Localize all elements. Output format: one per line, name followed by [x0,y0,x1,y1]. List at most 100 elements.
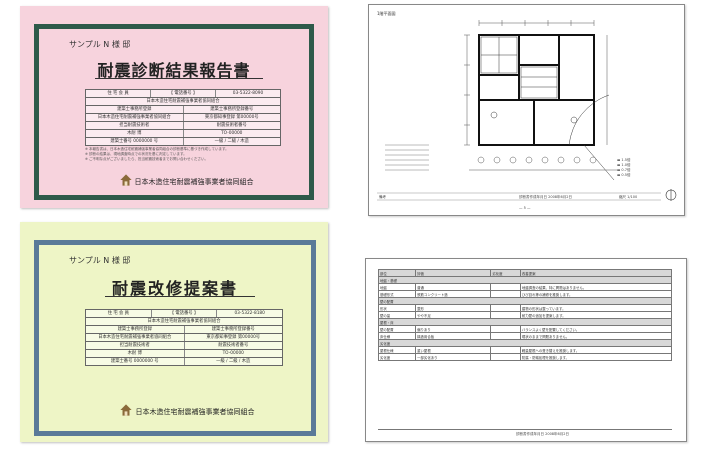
member-info-table: 住 宅 会 員【 電話番号 】 03-5322-8090 日本木造住宅耐震補強事業者… [85,89,281,146]
info-cell: 耐震技術者番号 [216,123,247,128]
table-cell [490,353,521,361]
info-cell: 担当耐震技術者 [86,122,184,129]
info-cell: 建築士事務所登録 [86,326,185,333]
info-cell: 耐震技術者番号 [218,343,249,348]
info-row: 建築士番号 0000000 号 一級 / 二級 / 木造 [85,357,283,366]
table-header-cell: 部位 [377,269,417,277]
info-cell: 建築士番号 0000000 号 [86,138,184,145]
table-cell: 劣化度 [377,353,417,361]
footer-date: 診断書作成年月日 2008年6月2日 [519,195,572,199]
table-cell: 建物の形状は整っています。 [519,304,673,312]
floor-plan-drawing [377,20,677,201]
table-cell: やや不足 [415,311,492,319]
info-cell: 【 電話番号 】 [152,310,218,317]
info-cell: 03-5322-8090 [232,91,264,96]
footer-date: 診断書作成年月日 2008年6月2日 [516,432,569,436]
table-row: 壁の配置 偏りあり バランスよく壁を配置してください。 [377,325,673,333]
info-cell: 建築士事務所登録 [86,106,184,113]
info-cell: 日本木造住宅耐震補強事業者協同組合 [86,114,184,121]
info-row: 建築士番号 0000000 号 一級 / 二級 / 木造 [85,137,281,146]
info-row: 住 宅 会 員【 電話番号 】 03-5322-8180 [85,309,283,317]
table-cell: バランスよく壁を配置してください。 [519,325,673,333]
table-header-cell: 評価 [415,269,492,277]
table-row: 床仕様 構造用合板 現状のままで問題ありません。 [377,332,673,340]
info-cell: 木耐 博 [86,350,185,357]
info-cell: 日本木造住宅耐震補強事業者協同組合 [146,99,220,104]
association-name: 日本木造住宅耐震補強事業者協同組合 [134,178,254,186]
table-row: 形状 整形 建物の形状は整っています。 [377,304,673,312]
table-row: 屋根仕様 重い屋根 軽量屋根への葺き替えを推奨します。 [377,346,673,354]
info-cell: 東京都知事登録 第00000号 [206,335,261,340]
info-cell: 一級 / 二級 / 木造 [216,359,251,364]
diagnosis-report-cover: サンプル N 様 邸 耐震診断結果報告書 住 宅 会 員【 電話番号 】 03-5… [20,6,328,208]
page-number: — 5 — [519,206,531,210]
table-cell [490,304,521,312]
table-cell: 屋根仕様 [377,346,417,354]
note-line: ※ ご不明な点がございましたら、担当耐震技術者までお問い合わせください。 [85,157,209,161]
evaluation-table-page: 部位 評価 劣化度 改善提案 地盤・基礎 地盤 普通 地盤調査の結果、特に問題はありません。基… [365,258,687,442]
wall-strength-legend: ▬ 1.5倍 ▬ 1.0倍 ▬ 0.7倍 ▬ 0.5倍 [617,158,631,178]
table-header-cell: 改善提案 [519,269,673,277]
info-cell: 一級 / 二級 / 木造 [214,139,249,144]
report-notes: ※ 本報告書は、日本木造住宅耐震補強事業者協同組合の診断基準に基づき作成していま… [85,147,229,162]
table-cell [490,311,521,319]
table-cell: 重い屋根 [415,346,492,354]
info-row: 木耐 博 TO-00000 [85,349,283,357]
info-row: 木耐 博 TO-00000 [85,129,281,137]
cover-frame: サンプル N 様 邸 耐震診断結果報告書 住 宅 会 員【 電話番号 】 03-5… [34,24,314,200]
table-cell [490,346,521,354]
info-cell: 木耐 博 [86,130,184,137]
table-row: 劣化度 一部劣化あり 防腐・防蟻処理を推奨します。 [377,353,673,361]
table-cell: 壁の配置 [377,325,417,333]
info-cell: 建築士事務所登録番号 [211,327,255,332]
info-row: 担当耐震技術者 耐震技術者番号 [85,341,283,349]
table-cell [490,332,521,340]
info-cell: TO-00000 [221,131,243,136]
footer-rule [378,429,672,430]
member-info-table: 住 宅 会 員【 電話番号 】 03-5322-8180 日本木造住宅耐震補強事業者… [85,309,283,366]
table-cell [490,325,521,333]
table-cell [490,283,521,291]
association-name: 日本木造住宅耐震補強事業者協同組合 [135,408,255,416]
info-cell: 東京都知事登録 第00000号 [204,115,259,120]
table-cell: 形状 [377,304,417,312]
evaluation-table: 部位 評価 劣化度 改善提案 地盤・基礎 地盤 普通 地盤調査の結果、特に問題はありません。基… [377,269,673,361]
table-section-row: 劣化度 [378,339,672,347]
table-row: 壁の量 やや不足 耐力壁の追加を提案します。 [377,311,673,319]
section-label: 劣化度 [378,339,672,347]
table-cell: 一部劣化あり [415,353,492,361]
info-cell: 建築士事務所登録番号 [210,107,254,112]
retrofit-proposal-cover: サンプル N 様 邸 耐震改修提案書 住 宅 会 員【 電話番号 】 03-532… [20,222,328,442]
table-cell [490,290,521,298]
info-cell: 建築士番号 0000000 号 [86,358,185,365]
table-cell: 地盤 [377,283,417,291]
info-cell: TO-00000 [222,351,244,356]
table-section-row: 屋根・床 [378,318,672,326]
info-cell: 住 宅 会 員 [86,310,152,317]
info-cell: 【 電話番号 】 [151,90,216,97]
info-row: 日本木造住宅耐震補強事業者協同組合 [85,317,283,325]
table-header-row: 部位 評価 劣化度 改善提案 [377,269,673,277]
table-cell: 床仕様 [377,332,417,340]
info-cell: 03-5322-8180 [234,311,265,316]
info-row: 日本木造住宅耐震補強事業者協同組合 東京都知事登録 第00000号 [85,113,281,121]
table-cell: 鉄筋コンクリート造 [415,290,492,298]
table-row: 基礎形式 鉄筋コンクリート造 ひび割れ等の補修を推奨します。 [377,290,673,298]
info-row: 担当耐震技術者 耐震技術者番号 [85,121,281,129]
info-row: 日本木造住宅耐震補強事業者協同組合 [85,97,281,105]
table-cell: 普通 [415,283,492,291]
table-cell: 軽量屋根への葺き替えを推奨します。 [519,346,673,354]
table-cell: 基礎形式 [377,290,417,298]
info-row: 建築士事務所登録 建築士事務所登録番号 [85,105,281,113]
table-cell: 防腐・防蟻処理を推奨します。 [519,353,673,361]
title-underline [95,78,263,79]
table-row: 地盤 普通 地盤調査の結果、特に問題はありません。 [377,283,673,291]
table-cell: 地盤調査の結果、特に問題はありません。 [519,283,673,291]
table-section-row: 壁の配置 [378,297,672,305]
section-label: 壁の配置 [378,297,672,305]
table-section-row: 地盤・基礎 [378,276,672,284]
table-cell: 壁の量 [377,311,417,319]
table-cell: ひび割れ等の補修を推奨します。 [519,290,673,298]
info-row: 住 宅 会 員【 電話番号 】 03-5322-8090 [85,89,281,97]
info-cell: 日本木造住宅耐震補強事業者協同組合 [147,319,221,324]
